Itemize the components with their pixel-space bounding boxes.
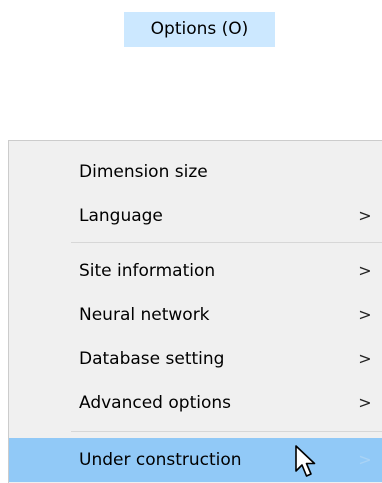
options-dropdown-menu: Dimension size Language > Site informati… [8, 140, 382, 483]
menu-item-label: Database setting [79, 349, 225, 369]
menu-item-neural-network[interactable]: Neural network > [9, 293, 382, 337]
chevron-right-icon: > [358, 305, 372, 324]
chevron-right-icon: > [358, 450, 372, 469]
menu-item-advanced-options[interactable]: Advanced options > [9, 381, 382, 425]
options-menu[interactable]: Options (O) [124, 12, 275, 47]
chevron-right-icon: > [358, 206, 372, 225]
chevron-right-icon: > [358, 393, 372, 412]
menu-item-site-information[interactable]: Site information > [9, 249, 382, 293]
menu-separator [71, 242, 382, 243]
menu-item-under-construction[interactable]: Under construction > [9, 438, 382, 482]
menu-item-label: Under construction [79, 450, 242, 470]
chevron-right-icon: > [358, 349, 372, 368]
menu-separator [71, 431, 382, 432]
menu-item-label: Site information [79, 261, 216, 281]
menu-item-dimension-size[interactable]: Dimension size [9, 150, 382, 194]
menu-item-database-setting[interactable]: Database setting > [9, 337, 382, 381]
menu-item-label: Neural network [79, 305, 210, 325]
chevron-right-icon: > [358, 261, 372, 280]
menu-item-label: Dimension size [79, 162, 208, 182]
menu-item-label: Advanced options [79, 393, 231, 413]
menu-item-label: Language [79, 206, 163, 226]
menu-item-language[interactable]: Language > [9, 194, 382, 238]
mouse-pointer-icon [295, 445, 316, 477]
options-menu-label: Options (O) [150, 19, 249, 39]
